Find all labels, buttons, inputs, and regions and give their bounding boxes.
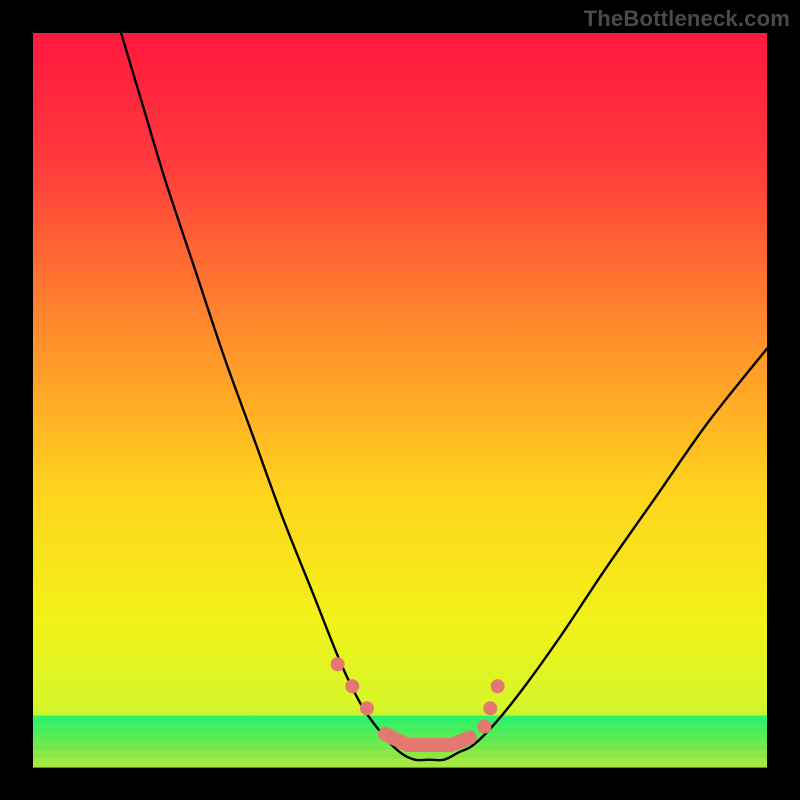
curve-marker (360, 701, 374, 715)
curve-marker (477, 720, 491, 734)
chart-frame: TheBottleneck.com (0, 0, 800, 800)
chart-svg (33, 33, 767, 767)
curve-marker (483, 701, 497, 715)
bottleneck-curve (121, 33, 767, 760)
curve-marker (345, 679, 359, 693)
bottom-stripe (33, 724, 767, 733)
bottom-stripe (33, 758, 767, 767)
watermark-text: TheBottleneck.com (584, 6, 790, 32)
bottom-stripe (33, 716, 767, 725)
curve-marker (331, 657, 345, 671)
curve-marker (491, 679, 505, 693)
